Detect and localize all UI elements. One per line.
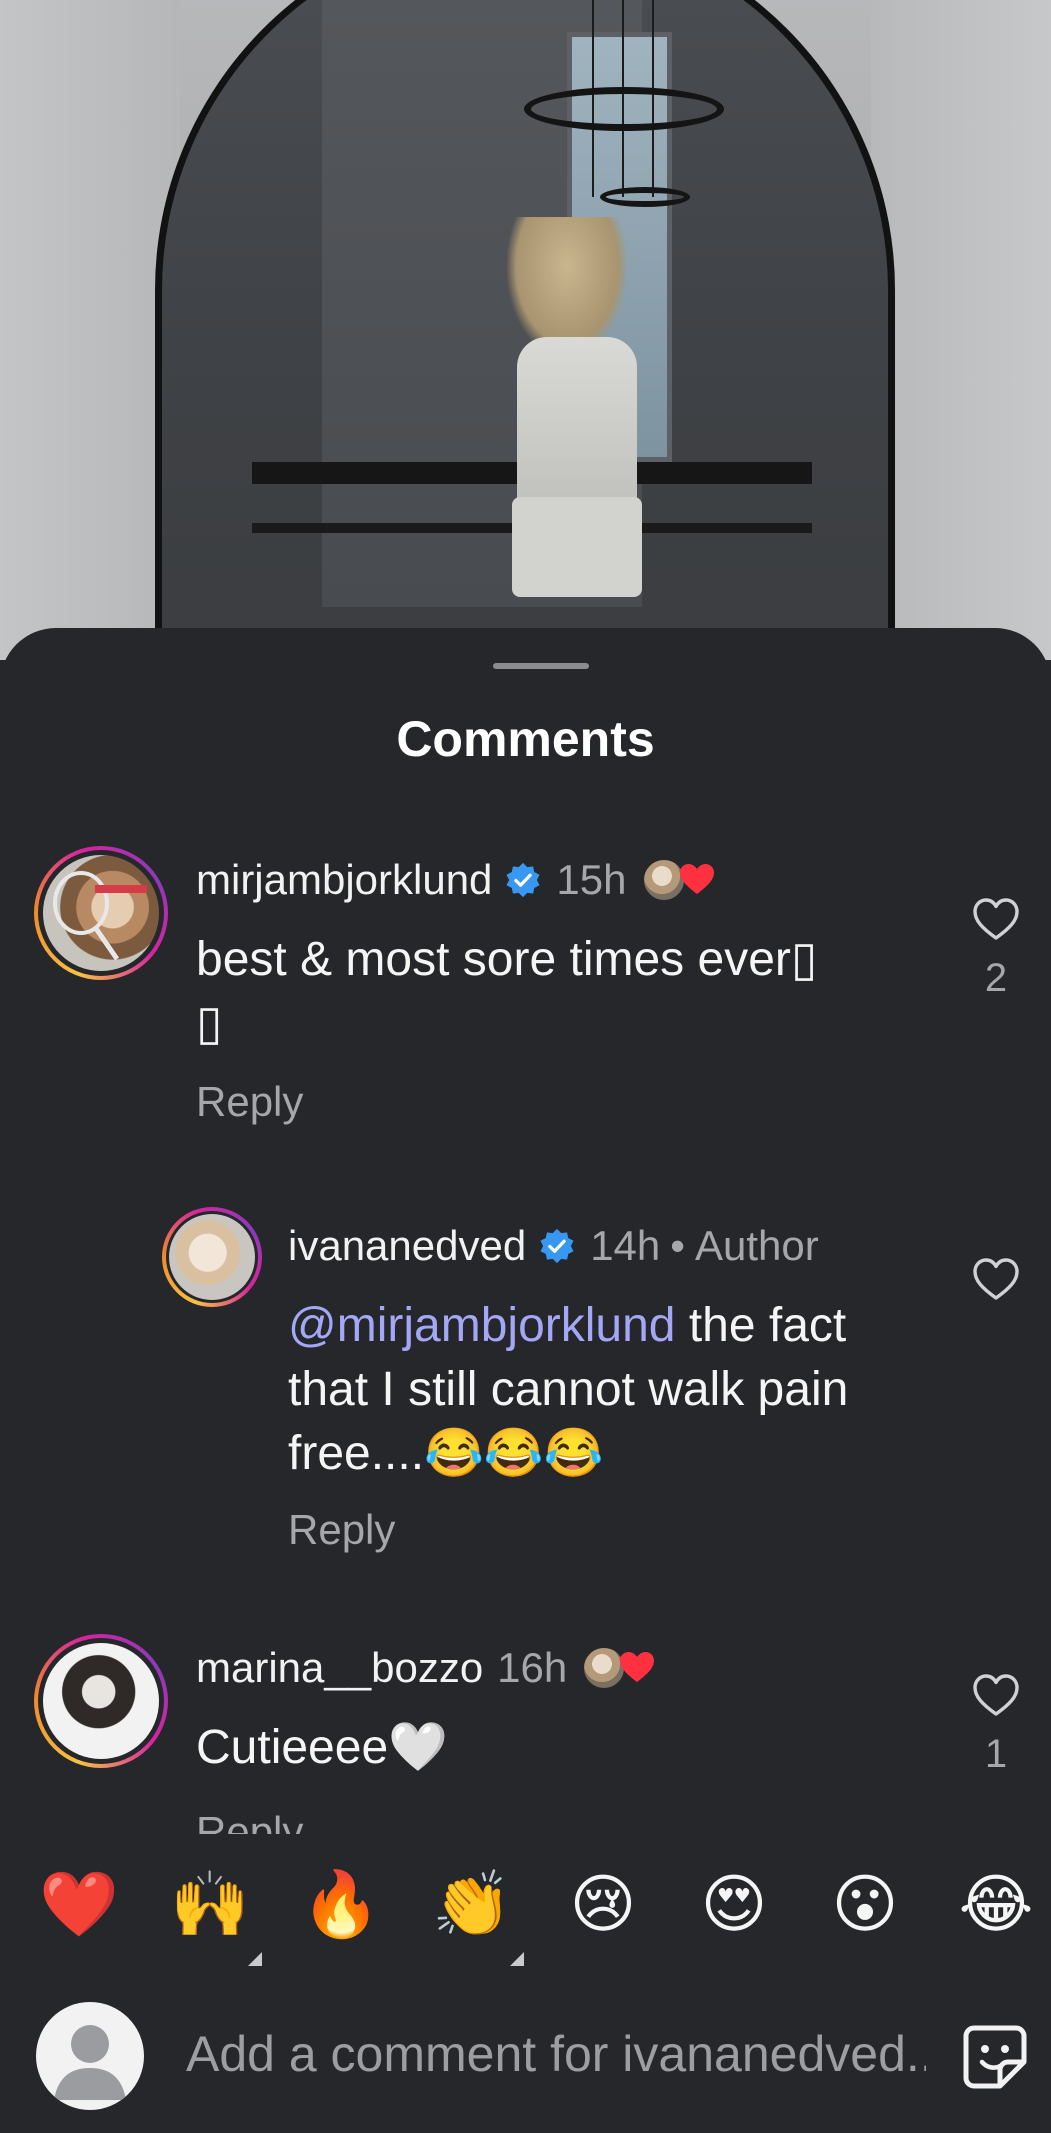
reply-item: ivananedved 14h • Author @mirjambjorklun… (0, 1188, 1051, 1608)
heart-filled-icon (679, 864, 714, 894)
photo-arched-mirror (155, 0, 895, 660)
comment-username[interactable]: mirjambjorklund (196, 856, 492, 904)
separator-dot: • (670, 1222, 685, 1269)
author-badge: Author (695, 1222, 819, 1269)
comment-time: 14h (590, 1222, 661, 1269)
avatar[interactable] (34, 846, 168, 980)
avatar[interactable] (34, 1634, 168, 1768)
quick-reaction-bar: ❤️ 🙌 🔥 👏 😢 😍 😮 😂 (0, 1834, 1051, 1974)
comment-item: mirjambjorklund 15h best & most sore tim… (0, 628, 1051, 1188)
current-user-avatar (36, 2002, 144, 2110)
verified-badge-icon (540, 1228, 574, 1264)
clapping-hands-emoji[interactable]: 👏 (429, 1862, 515, 1948)
variant-caret-icon (510, 1952, 524, 1966)
comment-time: 16h (497, 1644, 568, 1691)
tears-of-joy-emoji[interactable]: 😂 (953, 1862, 1039, 1948)
comment-text: best & most sore times ever▯ ▯ (196, 933, 818, 1050)
heart-outline-icon[interactable] (971, 896, 1021, 942)
photo-chandelier-ring (524, 87, 724, 131)
tennis-racket-icon (53, 871, 147, 961)
default-profile-icon (54, 2025, 126, 2100)
comment-meta: mirjambjorklund 15h (196, 856, 717, 904)
comment-like (966, 1256, 1026, 1302)
reply-button[interactable]: Reply (288, 1506, 395, 1554)
photo-person-top (517, 337, 637, 517)
comment-username[interactable]: ivananedved (288, 1222, 526, 1270)
comment-meta: ivananedved 14h • Author (288, 1222, 819, 1270)
photo-wall-left (0, 0, 180, 660)
liked-by-author (581, 1645, 657, 1691)
comment-text: @mirjambjorklund the fact that I still c… (288, 1294, 908, 1486)
photo-person-head (507, 217, 627, 357)
avatar[interactable] (162, 1207, 262, 1307)
heart-outline-icon[interactable] (971, 1672, 1021, 1718)
like-count[interactable]: 2 (966, 956, 1026, 1001)
photo-chandelier-ring (600, 187, 690, 207)
red-heart-emoji[interactable]: ❤️ (36, 1862, 122, 1948)
raising-hands-emoji[interactable]: 🙌 (167, 1862, 253, 1948)
surprised-face-emoji[interactable]: 😮 (822, 1862, 908, 1948)
crying-face-emoji[interactable]: 😢 (560, 1862, 646, 1948)
comments-sheet: Comments mirjambjorklund 15h best & most… (0, 628, 1051, 2133)
comment-username[interactable]: marina__bozzo (196, 1644, 483, 1692)
comment-composer (0, 1974, 1051, 2133)
variant-caret-icon (248, 1952, 262, 1966)
photo-wall-right (871, 0, 1051, 660)
heart-outline-icon[interactable] (971, 1256, 1021, 1302)
comments-list[interactable]: mirjambjorklund 15h best & most sore tim… (0, 628, 1051, 1834)
like-count[interactable]: 1 (966, 1732, 1026, 1777)
sticker-icon[interactable] (960, 2022, 1030, 2092)
comment-input[interactable] (186, 2014, 926, 2094)
photo-person-shorts (512, 497, 642, 597)
heart-filled-icon (620, 1652, 655, 1682)
post-photo (0, 0, 1051, 660)
fire-emoji[interactable]: 🔥 (298, 1862, 384, 1948)
comment-text: Cutieeee🤍 (196, 1721, 448, 1774)
mention-link[interactable]: @mirjambjorklund (288, 1299, 676, 1352)
comment-item: marina__bozzo 16h Cutieeee🤍 Reply 1 (0, 1608, 1051, 1834)
comment-like: 1 (966, 1672, 1026, 1777)
comment-meta: marina__bozzo 16h (196, 1644, 657, 1692)
reply-button[interactable]: Reply (196, 1808, 303, 1834)
comment-time: 15h (556, 856, 627, 903)
verified-badge-icon (506, 862, 540, 898)
reply-button[interactable]: Reply (196, 1078, 303, 1126)
heart-eyes-emoji[interactable]: 😍 (691, 1862, 777, 1948)
comment-like: 2 (966, 896, 1026, 1001)
liked-by-author (640, 857, 717, 903)
